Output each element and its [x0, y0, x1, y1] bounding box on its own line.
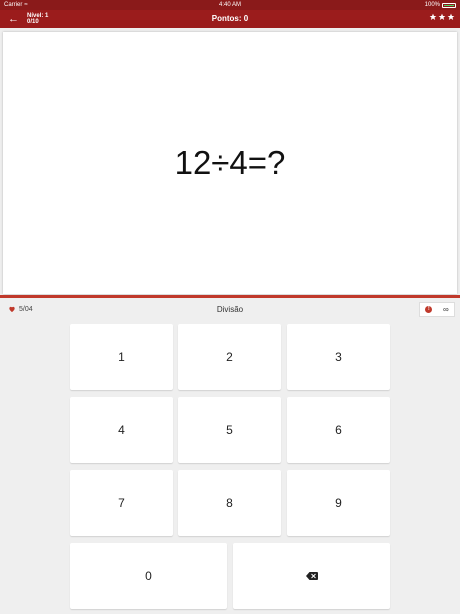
info-icon[interactable]: ! [425, 306, 433, 313]
key-9[interactable]: 9 [287, 470, 390, 536]
key-3[interactable]: 3 [287, 324, 390, 390]
operation-category: Divisão [216, 305, 244, 314]
lives-count: 5/04 [19, 305, 33, 313]
key-6[interactable]: 6 [287, 397, 390, 463]
key-0[interactable]: 0 [70, 543, 227, 609]
key-4[interactable]: 4 [70, 397, 173, 463]
star-icon [429, 13, 437, 20]
star-icon [438, 13, 446, 20]
lives-indicator: 5/04 [8, 305, 33, 313]
timer-progress-bar [0, 295, 460, 298]
key-2[interactable]: 2 [178, 324, 281, 390]
key-5[interactable]: 5 [178, 397, 281, 463]
question-card: 12÷4=? [3, 32, 457, 294]
status-bar: Carrier ≈ 4:40 AM 100% [0, 0, 460, 10]
battery-percent: 100% [424, 2, 440, 8]
back-arrow-icon[interactable]: ← [8, 12, 19, 26]
nav-bar: ← Nível: 1 0/10 Pontos: 0 [0, 10, 460, 28]
level-progress: 0/10 [27, 19, 39, 25]
score-title: Pontos: 0 [211, 14, 249, 23]
infinity-mode-label: ∞ [442, 305, 449, 314]
key-1[interactable]: 1 [70, 324, 173, 390]
stars-rating [429, 13, 455, 21]
key-7[interactable]: 7 [70, 470, 173, 536]
question-text: 12÷4=? [174, 144, 286, 181]
timer-progress-fill [0, 295, 460, 298]
clock: 4:40 AM [218, 2, 241, 8]
backspace-icon [305, 572, 318, 580]
star-icon [447, 13, 455, 20]
heart-icon [9, 306, 15, 312]
delete-button[interactable] [233, 543, 390, 609]
level-info: Nível: 1 0/10 [27, 13, 48, 25]
battery-icon [442, 2, 456, 8]
battery-status: 100% [425, 0, 456, 10]
key-8[interactable]: 8 [178, 470, 281, 536]
mode-toggle[interactable]: ! ∞ [419, 302, 455, 317]
